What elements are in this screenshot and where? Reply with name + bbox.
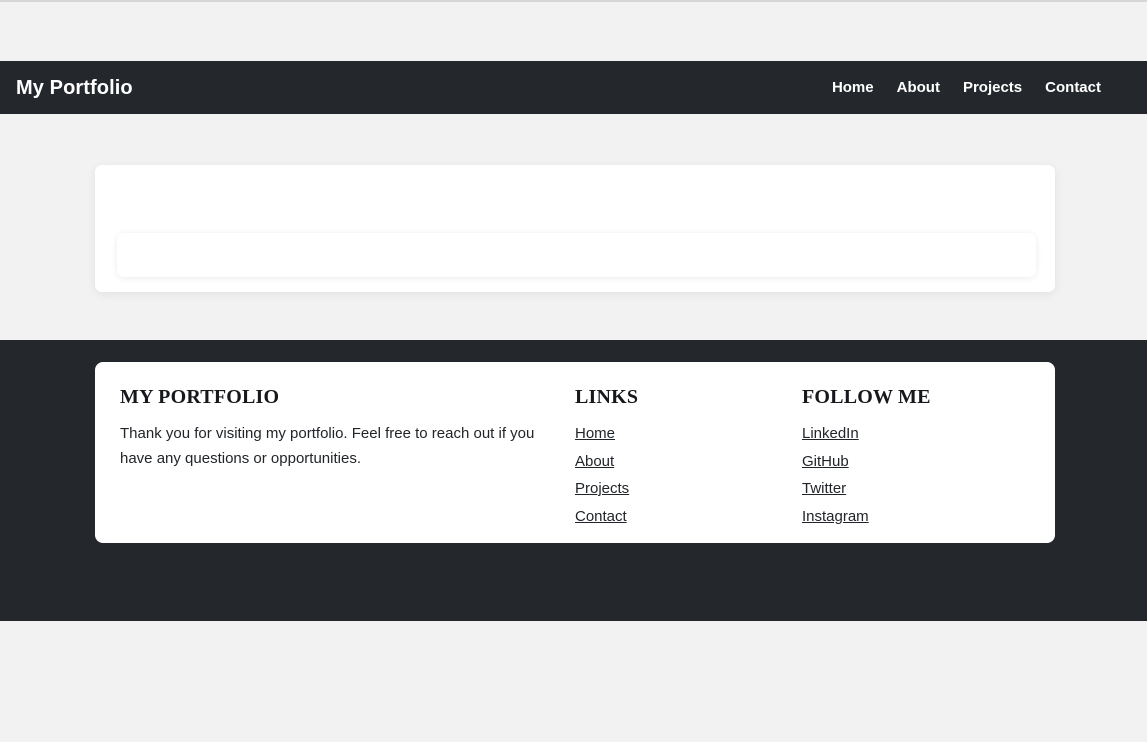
nav-link-home[interactable]: Home	[832, 80, 874, 95]
footer-social-link-twitter[interactable]: Twitter	[802, 476, 846, 502]
list-item: Home	[575, 421, 802, 447]
nav-links-group: Home About Projects Contact	[832, 80, 1131, 95]
footer-about-heading: MY PORTFOLIO	[120, 386, 280, 408]
list-item: GitHub	[802, 449, 1029, 475]
footer-social-link-instagram[interactable]: Instagram	[802, 504, 869, 530]
list-item: Twitter	[802, 476, 1029, 502]
hero-inner-panel[interactable]	[117, 233, 1036, 277]
list-item: Contact	[575, 504, 802, 530]
footer-link-projects[interactable]: Projects	[575, 476, 629, 502]
site-footer: MY PORTFOLIO Thank you for visiting my p…	[0, 340, 1147, 621]
footer-link-about[interactable]: About	[575, 449, 614, 475]
footer-links-list: Home About Projects Contact	[575, 421, 802, 529]
footer-social-list: LinkedIn GitHub Twitter Instagram	[802, 421, 1029, 529]
list-item: LinkedIn	[802, 421, 1029, 447]
top-navigation-bar: My Portfolio Home About Projects Contact	[0, 61, 1147, 114]
footer-link-contact[interactable]: Contact	[575, 504, 627, 530]
footer-about-text: Thank you for visiting my portfolio. Fee…	[120, 425, 535, 467]
main-content-area	[0, 114, 1147, 340]
list-item: Projects	[575, 476, 802, 502]
list-item: Instagram	[802, 504, 1029, 530]
footer-links-heading: LINKS	[574, 386, 639, 408]
list-item: About	[575, 449, 802, 475]
nav-link-projects[interactable]: Projects	[963, 80, 1022, 95]
footer-social-heading: FOLLOW ME	[801, 386, 931, 408]
footer-social-link-github[interactable]: GitHub	[802, 449, 849, 475]
footer-column-links: LINKS Home About Projects Contact	[575, 386, 802, 543]
footer-card: MY PORTFOLIO Thank you for visiting my p…	[95, 362, 1055, 543]
page-top-divider	[0, 0, 1147, 2]
footer-column-social: FOLLOW ME LinkedIn GitHub Twitter Instag…	[802, 386, 1029, 543]
page-bottom-filler	[0, 621, 1147, 742]
footer-column-about: MY PORTFOLIO Thank you for visiting my p…	[120, 386, 575, 543]
nav-link-contact[interactable]: Contact	[1045, 80, 1101, 95]
brand-logo-text[interactable]: My Portfolio	[16, 78, 133, 98]
footer-social-link-linkedin[interactable]: LinkedIn	[802, 421, 859, 447]
hero-card	[95, 165, 1055, 292]
nav-link-about[interactable]: About	[897, 80, 940, 95]
footer-link-home[interactable]: Home	[575, 421, 615, 447]
